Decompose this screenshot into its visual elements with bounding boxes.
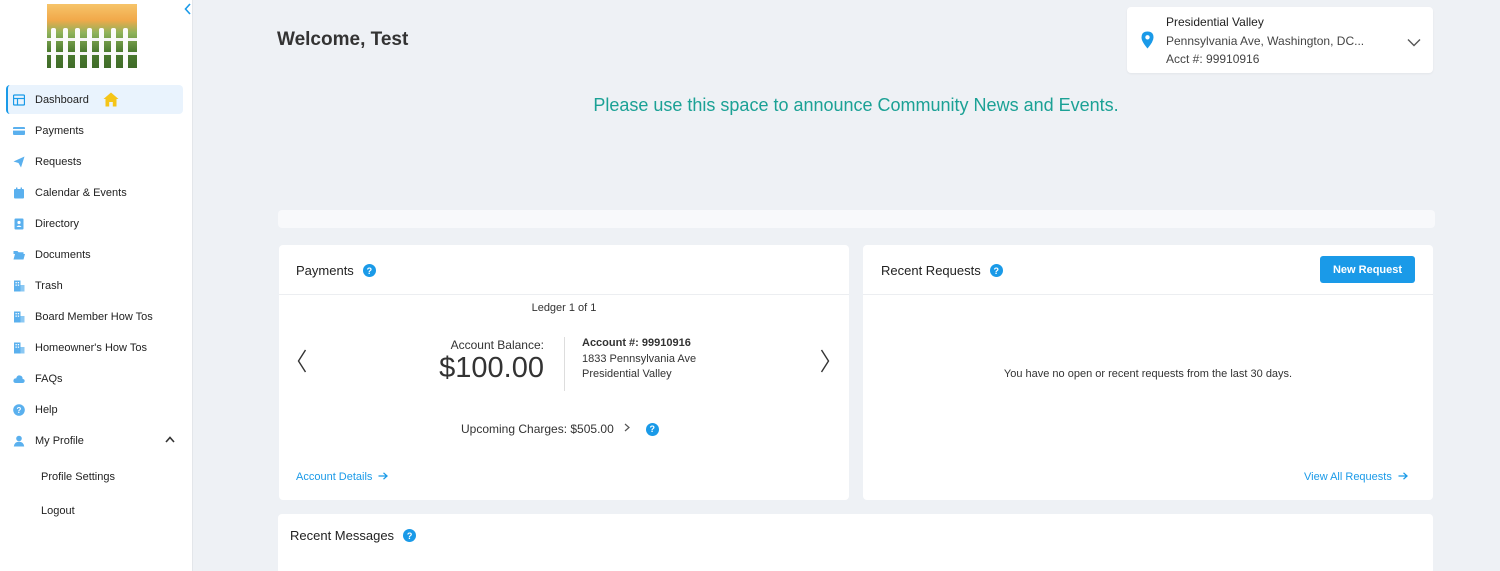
logout-link[interactable]: Logout bbox=[41, 495, 193, 527]
fence-post bbox=[123, 28, 128, 68]
payments-card-header: Payments ? bbox=[296, 263, 376, 278]
page-title: Welcome, Test bbox=[277, 29, 409, 50]
help-icon[interactable]: ? bbox=[989, 264, 1003, 277]
requests-card-header: Recent Requests ? bbox=[881, 263, 1003, 278]
building-icon bbox=[13, 280, 25, 292]
community-address: Pennsylvania Ave, Washington, DC... bbox=[1166, 34, 1365, 48]
sidebar-item-label: Documents bbox=[35, 248, 91, 261]
sidebar-nav: Dashboard Payments Requests Calendar & E… bbox=[0, 85, 193, 527]
account-details-link[interactable]: Account Details bbox=[296, 471, 389, 483]
building-icon bbox=[13, 342, 25, 354]
view-all-requests-link[interactable]: View All Requests bbox=[1304, 471, 1408, 483]
sidebar-item-requests[interactable]: Requests bbox=[6, 147, 183, 176]
chevron-up-icon[interactable] bbox=[165, 434, 175, 446]
sidebar: Dashboard Payments Requests Calendar & E… bbox=[0, 0, 193, 571]
account-number-label: Account #: 99910916 bbox=[582, 337, 691, 349]
next-ledger-button[interactable] bbox=[820, 349, 830, 380]
sidebar-item-label: Board Member How Tos bbox=[35, 310, 153, 323]
paper-plane-icon bbox=[13, 156, 25, 168]
sidebar-item-homeowners-how-tos[interactable]: Homeowner's How Tos bbox=[6, 333, 183, 362]
account-selector[interactable]: Presidential Valley Pennsylvania Ave, Wa… bbox=[1127, 7, 1433, 73]
sidebar-item-faqs[interactable]: FAQs bbox=[6, 364, 183, 393]
building-icon bbox=[13, 311, 25, 323]
upcoming-charges-link[interactable]: Upcoming Charges: $505.00 ? bbox=[461, 422, 659, 436]
sidebar-item-payments[interactable]: Payments bbox=[6, 116, 183, 145]
fence-post bbox=[111, 28, 116, 68]
cloud-icon bbox=[13, 373, 25, 385]
credit-card-icon bbox=[13, 125, 25, 137]
payments-title: Payments bbox=[296, 263, 354, 278]
empty-requests-message: You have no open or recent requests from… bbox=[1003, 368, 1293, 380]
sidebar-item-trash[interactable]: Trash bbox=[6, 271, 183, 300]
sidebar-item-directory[interactable]: Directory bbox=[6, 209, 183, 238]
fence-post bbox=[75, 28, 80, 68]
recent-messages-card: Recent Messages ? bbox=[278, 514, 1433, 571]
sidebar-item-calendar-events[interactable]: Calendar & Events bbox=[6, 178, 183, 207]
arrow-right-icon bbox=[378, 471, 389, 483]
account-address-line2: Presidential Valley bbox=[582, 368, 672, 380]
community-name: Presidential Valley bbox=[1166, 15, 1264, 29]
home-icon bbox=[103, 92, 119, 107]
svg-text:?: ? bbox=[17, 406, 22, 415]
sidebar-item-documents[interactable]: Documents bbox=[6, 240, 183, 269]
sidebar-item-label: My Profile bbox=[35, 434, 84, 447]
sidebar-item-label: Directory bbox=[35, 217, 80, 230]
account-number: Acct #: 99910916 bbox=[1166, 52, 1260, 66]
previous-ledger-button[interactable] bbox=[297, 349, 307, 380]
upcoming-charges-text: Upcoming Charges: $505.00 bbox=[461, 422, 614, 436]
sidebar-item-label: Requests bbox=[35, 155, 82, 168]
view-all-requests-text: View All Requests bbox=[1304, 471, 1392, 483]
payments-card: Payments ? Ledger 1 of 1 Account Balance… bbox=[279, 245, 849, 500]
messages-card-header: Recent Messages ? bbox=[290, 528, 417, 543]
divider bbox=[863, 294, 1433, 295]
calendar-icon bbox=[13, 187, 25, 199]
contact-book-icon bbox=[13, 218, 25, 230]
divider bbox=[279, 294, 849, 295]
sidebar-item-help[interactable]: ? Help bbox=[6, 395, 183, 424]
announcement-divider bbox=[278, 210, 1435, 228]
account-address-line1: 1833 Pennsylvania Ave bbox=[582, 353, 697, 365]
sidebar-item-board-member-how-tos[interactable]: Board Member How Tos bbox=[6, 302, 183, 331]
fence-post bbox=[51, 28, 56, 68]
fence-post bbox=[63, 28, 68, 68]
community-logo bbox=[47, 4, 137, 68]
fence-post bbox=[87, 28, 92, 68]
balance-value: $100.00 bbox=[439, 352, 544, 384]
sidebar-item-label: Trash bbox=[35, 279, 63, 292]
location-pin-icon bbox=[1141, 31, 1154, 54]
help-icon[interactable]: ? bbox=[645, 422, 659, 436]
sidebar-item-label: Dashboard bbox=[35, 93, 89, 106]
messages-title: Recent Messages bbox=[290, 528, 395, 543]
new-request-button[interactable]: New Request bbox=[1320, 256, 1415, 283]
user-icon bbox=[13, 435, 25, 447]
question-circle-icon: ? bbox=[13, 403, 25, 416]
chevron-down-icon[interactable] bbox=[1407, 34, 1421, 52]
profile-settings-link[interactable]: Profile Settings bbox=[41, 461, 193, 493]
chevron-left-icon[interactable] bbox=[184, 3, 192, 18]
folder-open-icon bbox=[13, 249, 25, 261]
community-announcement: Please use this space to announce Commun… bbox=[593, 95, 1119, 115]
help-icon[interactable]: ? bbox=[403, 529, 417, 542]
sidebar-item-dashboard[interactable]: Dashboard bbox=[6, 85, 183, 114]
sidebar-item-label: Homeowner's How Tos bbox=[35, 341, 147, 354]
chevron-right-icon bbox=[624, 423, 630, 435]
sidebar-item-label: FAQs bbox=[35, 372, 63, 385]
sidebar-item-label: Help bbox=[35, 403, 58, 416]
fence-post bbox=[99, 28, 104, 68]
sidebar-item-label: Calendar & Events bbox=[35, 186, 127, 199]
help-icon[interactable]: ? bbox=[362, 264, 376, 277]
account-details-text: Account Details bbox=[296, 471, 373, 483]
sidebar-item-my-profile[interactable]: My Profile bbox=[6, 426, 183, 455]
grid-icon bbox=[13, 93, 25, 106]
ledger-indicator: Ledger 1 of 1 bbox=[531, 302, 597, 314]
recent-requests-card: Recent Requests ? New Request You have n… bbox=[863, 245, 1433, 500]
balance-label: Account Balance: bbox=[450, 338, 544, 352]
requests-title: Recent Requests bbox=[881, 263, 981, 278]
sidebar-item-label: Payments bbox=[35, 124, 84, 137]
balance-divider bbox=[564, 337, 565, 391]
arrow-right-icon bbox=[1398, 471, 1408, 483]
